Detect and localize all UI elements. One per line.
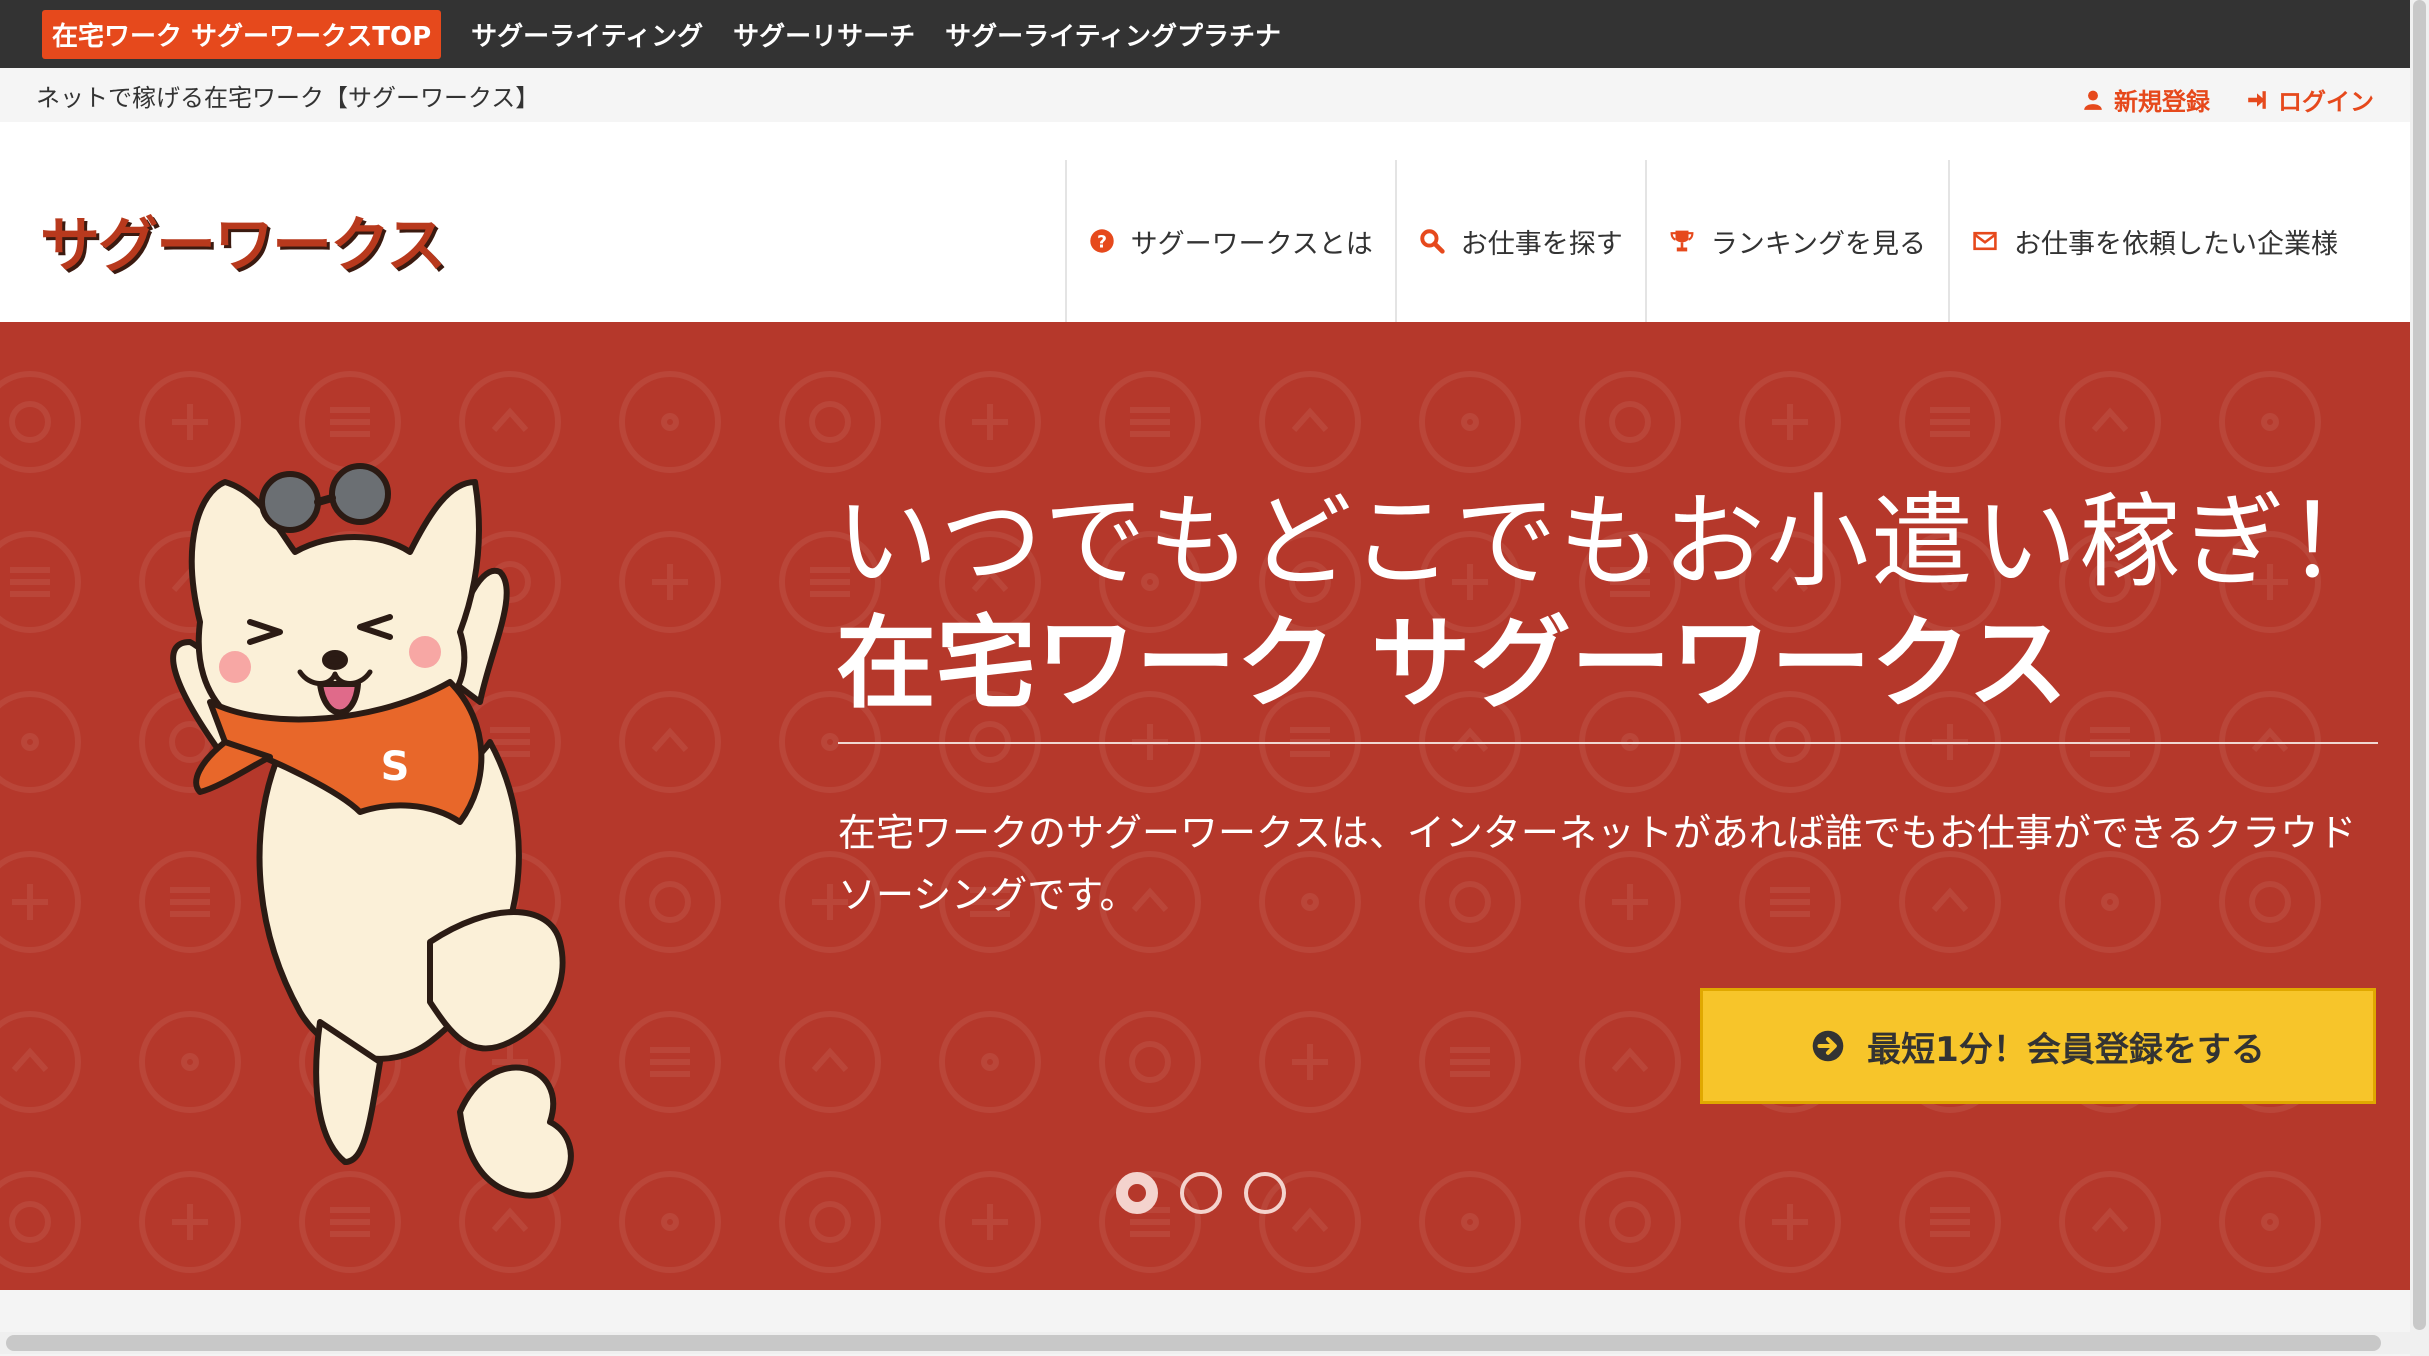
register-link[interactable]: 新規登録 <box>2082 82 2210 117</box>
topbar-link-sagoo-writing-platinum[interactable]: サグーライティングプラチナ <box>945 16 1281 53</box>
pattern-tile <box>1739 371 1841 473</box>
login-label: ログイン <box>2278 88 2374 116</box>
pattern-tile <box>0 851 81 953</box>
pattern-tile <box>779 1011 881 1113</box>
topbar-link-sagoo-research[interactable]: サグーリサーチ <box>733 16 915 53</box>
hero-title-line2: 在宅ワーク サグーワークス <box>836 605 2068 722</box>
nav-label: お仕事を依頼したい企業様 <box>2014 228 2338 260</box>
site-tagline: ネットで稼げる在宅ワーク【サグーワークス】 <box>36 84 540 112</box>
pattern-tile <box>1739 1171 1841 1273</box>
hero-carousel: S いつでもどこでもお小遣い稼ぎ！ 在宅ワーク サグーワークス 在宅ワークのサグ… <box>0 322 2410 1290</box>
carousel-dots <box>1116 1172 1286 1214</box>
cta-label: 最短1分！会員登録をする <box>1867 1029 2265 1070</box>
pattern-tile <box>0 371 81 473</box>
pattern-tile <box>1099 1011 1201 1113</box>
pattern-tile <box>1579 1171 1681 1273</box>
pattern-tile <box>779 371 881 473</box>
vertical-scrollbar[interactable] <box>2410 0 2429 1356</box>
scarf-badge: S <box>381 744 410 790</box>
pattern-tile <box>1579 371 1681 473</box>
pattern-tile <box>939 1011 1041 1113</box>
sub-header: ネットで稼げる在宅ワーク【サグーワークス】 新規登録 ログイン <box>0 68 2410 122</box>
nav-item-about[interactable]: ? サグーワークスとは <box>1064 160 1395 322</box>
register-label: 新規登録 <box>2114 88 2210 116</box>
auth-links: 新規登録 ログイン <box>2082 82 2374 117</box>
nav-item-for-companies[interactable]: お仕事を依頼したい企業様 <box>1948 160 2360 322</box>
horizontal-scrollbar-thumb[interactable] <box>6 1335 2381 1351</box>
top-site-bar: 在宅ワーク サグーワークスTOP サグーライティング サグーリサーチ サグーライ… <box>0 0 2410 68</box>
pattern-tile <box>1899 1171 2001 1273</box>
user-icon <box>2084 90 2102 110</box>
svg-text:?: ? <box>1097 232 1107 252</box>
sign-in-icon <box>2248 90 2266 109</box>
carousel-dot-1[interactable] <box>1116 1172 1158 1214</box>
pattern-tile <box>939 371 1041 473</box>
topbar-link-sagoo-writing[interactable]: サグーライティング <box>471 16 703 53</box>
arrow-circle-right-icon <box>1812 1030 1844 1062</box>
nav-label: サグーワークスとは <box>1130 228 1373 260</box>
pattern-tile <box>2059 371 2161 473</box>
pattern-tile <box>1579 1011 1681 1113</box>
hero-divider <box>838 742 2378 744</box>
pattern-tile <box>779 1171 881 1273</box>
pattern-tile <box>1899 371 2001 473</box>
register-cta-button[interactable]: 最短1分！会員登録をする <box>1700 988 2376 1104</box>
carousel-dot-2[interactable] <box>1180 1172 1222 1214</box>
question-circle-icon: ? <box>1089 229 1114 253</box>
main-header: サグーワークス ? サグーワークスとは お仕事を探す ランキングを見る お仕事を… <box>0 122 2410 322</box>
site-logo[interactable]: サグーワークス <box>40 197 446 284</box>
pattern-tile <box>1419 1011 1521 1113</box>
mascot-dog-illustration: S <box>170 463 574 1199</box>
login-link[interactable]: ログイン <box>2246 82 2374 117</box>
nav-item-find-jobs[interactable]: お仕事を探す <box>1394 160 1645 322</box>
search-icon <box>1420 229 1445 254</box>
nav-label: ランキングを見る <box>1710 228 1926 260</box>
pattern-tile <box>0 1011 81 1113</box>
pattern-tile <box>1419 1171 1521 1273</box>
pattern-tile <box>1259 371 1361 473</box>
pattern-tile <box>939 1171 1041 1273</box>
carousel-dot-3[interactable] <box>1244 1172 1286 1214</box>
hero-description: 在宅ワークのサグーワークスは、インターネットがあれば誰でもお仕事ができるクラウド… <box>838 811 2357 917</box>
pattern-tile <box>0 1171 81 1273</box>
vertical-scrollbar-thumb[interactable] <box>2413 0 2426 1330</box>
pattern-tile <box>2219 371 2321 473</box>
nav-item-ranking[interactable]: ランキングを見る <box>1644 160 1948 322</box>
pattern-tile <box>1259 1011 1361 1113</box>
pattern-tile <box>2219 1171 2321 1273</box>
main-nav: ? サグーワークスとは お仕事を探す ランキングを見る お仕事を依頼したい企業様 <box>1064 160 2360 322</box>
pattern-tile <box>1419 371 1521 473</box>
topbar-link-sagooworks-top[interactable]: 在宅ワーク サグーワークスTOP <box>42 9 442 59</box>
pattern-tile <box>1099 371 1201 473</box>
nav-label: お仕事を探す <box>1460 228 1623 260</box>
pattern-tile <box>2059 1171 2161 1273</box>
envelope-icon <box>1973 231 1997 251</box>
horizontal-scrollbar[interactable] <box>0 1332 2410 1354</box>
pattern-tile <box>0 691 81 793</box>
trophy-icon <box>1670 230 1694 252</box>
pattern-tile <box>0 531 81 633</box>
